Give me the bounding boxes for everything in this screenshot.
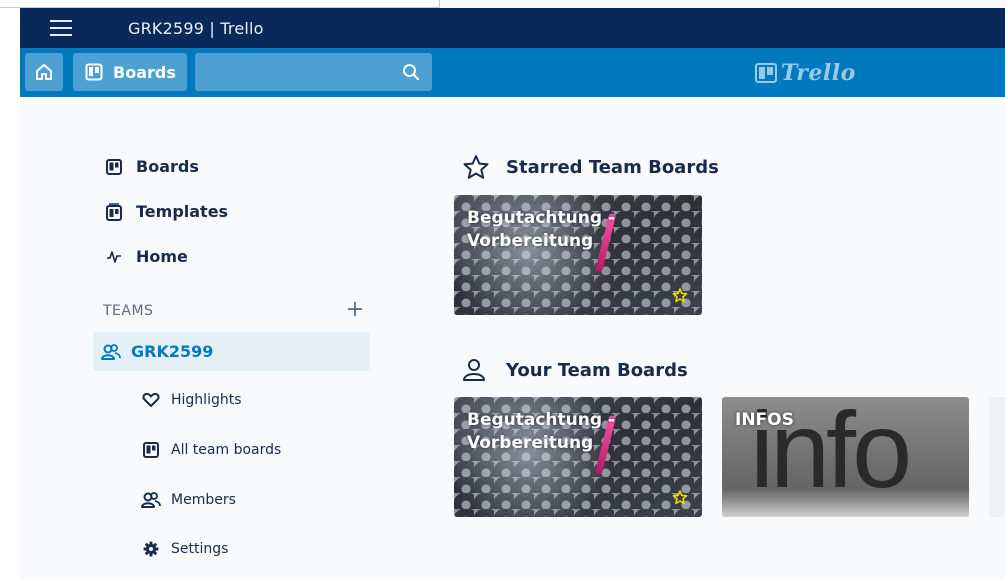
team-name: GRK2599	[131, 342, 214, 361]
star-outline-icon	[462, 154, 490, 180]
left-gutter	[0, 0, 20, 580]
sidebar-item-team-grk2599[interactable]: GRK2599	[93, 332, 370, 371]
heart-icon	[141, 392, 161, 408]
starred-boards-heading: Starred Team Boards	[462, 154, 719, 180]
section-title-text: Starred Team Boards	[506, 156, 719, 178]
boards-button[interactable]: Boards	[73, 53, 187, 91]
board-icon	[85, 63, 103, 81]
board-tile-infos[interactable]: info INFOS	[722, 397, 969, 517]
sidebar-item-label: Home	[136, 247, 188, 266]
person-icon	[462, 358, 490, 382]
subitem-label: Highlights	[171, 392, 242, 408]
teams-heading: TEAMS	[103, 303, 154, 319]
plus-icon: +	[345, 296, 365, 322]
home-icon	[36, 64, 52, 80]
subitem-label: Settings	[171, 541, 229, 557]
section-title-text: Your Team Boards	[506, 359, 688, 381]
home-button[interactable]	[25, 53, 63, 91]
team-subitem-all-boards[interactable]: All team boards	[141, 442, 281, 458]
boards-button-label: Boards	[113, 62, 176, 82]
window-title: GRK2599 | Trello	[128, 18, 264, 38]
board-icon	[141, 442, 161, 458]
team-subitem-settings[interactable]: Settings	[141, 541, 228, 557]
gear-icon	[141, 541, 161, 557]
board-icon	[104, 158, 124, 175]
menu-icon[interactable]	[50, 20, 72, 36]
trello-logo-icon	[755, 63, 777, 83]
subitem-label: All team boards	[171, 442, 282, 458]
team-icon	[101, 343, 121, 361]
search-icon[interactable]	[402, 63, 420, 85]
sidebar-item-label: Boards	[136, 157, 199, 176]
board-tile-create[interactable]	[989, 397, 1005, 517]
sidebar-item-label: Templates	[136, 202, 229, 221]
app-header: Boards Trello	[20, 48, 1005, 97]
board-tile-starred-begutachtung[interactable]: Begutachtung - Vorbereitung	[454, 195, 702, 315]
sidebar-item-boards[interactable]: Boards	[104, 157, 199, 176]
search-input[interactable]	[203, 58, 397, 88]
star-icon[interactable]	[672, 490, 688, 505]
trello-logo-text: Trello	[781, 60, 856, 86]
board-tile-title: INFOS	[735, 410, 794, 430]
add-team-button[interactable]: +	[345, 296, 365, 322]
template-icon	[104, 202, 124, 221]
search-bar[interactable]	[195, 53, 432, 91]
board-tile-begutachtung[interactable]: Begutachtung - Vorbereitung	[454, 397, 702, 517]
tile-background-detail	[722, 489, 969, 517]
team-boards-heading: Your Team Boards	[462, 358, 688, 382]
trello-logo[interactable]: Trello	[755, 60, 856, 86]
sidebar-item-home[interactable]: Home	[104, 247, 188, 266]
address-strip	[0, 0, 440, 8]
board-tile-title: Begutachtung - Vorbereitung	[467, 410, 616, 453]
members-icon	[141, 491, 161, 509]
subitem-label: Members	[171, 492, 236, 508]
sidebar-item-templates[interactable]: Templates	[104, 202, 228, 221]
board-tile-title: Begutachtung - Vorbereitung	[467, 208, 616, 251]
team-subitem-highlights[interactable]: Highlights	[141, 392, 242, 408]
star-icon[interactable]	[672, 288, 688, 303]
title-bar: GRK2599 | Trello	[20, 8, 1005, 48]
team-subitem-members[interactable]: Members	[141, 491, 236, 509]
pulse-icon	[104, 249, 124, 265]
